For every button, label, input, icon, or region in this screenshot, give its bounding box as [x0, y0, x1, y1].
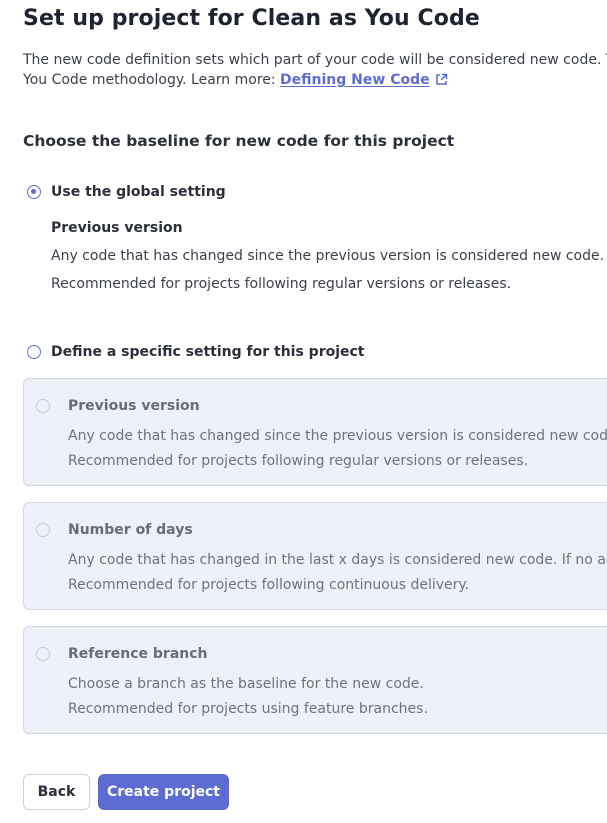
reference-branch-radio	[36, 647, 50, 661]
reference-branch-title: Reference branch	[68, 646, 208, 662]
global-setting-label[interactable]: Use the global setting	[51, 184, 226, 200]
reference-branch-card: Reference branch Choose a branch as the …	[23, 626, 607, 734]
specific-setting-radio[interactable]	[27, 345, 41, 359]
baseline-heading: Choose the baseline for new code for thi…	[23, 132, 455, 150]
previous-version-title: Previous version	[68, 398, 200, 414]
back-button[interactable]: Back	[23, 774, 90, 810]
create-project-button[interactable]: Create project	[98, 774, 229, 810]
previous-version-radio	[36, 399, 50, 413]
global-setting-title: Previous version	[51, 220, 183, 236]
intro-text-line2: You Code methodology. Learn more: Defini…	[23, 72, 448, 90]
intro-text-line1: The new code definition sets which part …	[23, 52, 607, 68]
reference-branch-desc2: Recommended for projects using feature b…	[68, 701, 428, 717]
setup-project-page: Set up project for Clean as You Code The…	[0, 0, 607, 823]
number-of-days-radio	[36, 523, 50, 537]
specific-setting-label[interactable]: Define a specific setting for this proje…	[51, 344, 365, 360]
global-setting-desc2: Recommended for projects following regul…	[51, 276, 512, 292]
number-of-days-desc1: Any code that has changed in the last x …	[68, 552, 607, 568]
previous-version-desc1: Any code that has changed since the prev…	[68, 428, 607, 444]
global-setting-desc1: Any code that has changed since the prev…	[51, 248, 605, 264]
previous-version-desc2: Recommended for projects following regul…	[68, 453, 529, 469]
number-of-days-desc2: Recommended for projects following conti…	[68, 577, 470, 593]
defining-new-code-link[interactable]: Defining New Code	[280, 72, 448, 88]
reference-branch-desc1: Choose a branch as the baseline for the …	[68, 676, 424, 692]
intro-text-prefix: You Code methodology. Learn more:	[23, 72, 281, 88]
global-setting-radio[interactable]	[27, 185, 41, 199]
external-link-icon	[435, 73, 448, 90]
number-of-days-title: Number of days	[68, 522, 193, 538]
page-title: Set up project for Clean as You Code	[23, 6, 480, 31]
defining-new-code-link-label: Defining New Code	[280, 72, 430, 88]
number-of-days-card: Number of days Any code that has changed…	[23, 502, 607, 610]
previous-version-card: Previous version Any code that has chang…	[23, 378, 607, 486]
